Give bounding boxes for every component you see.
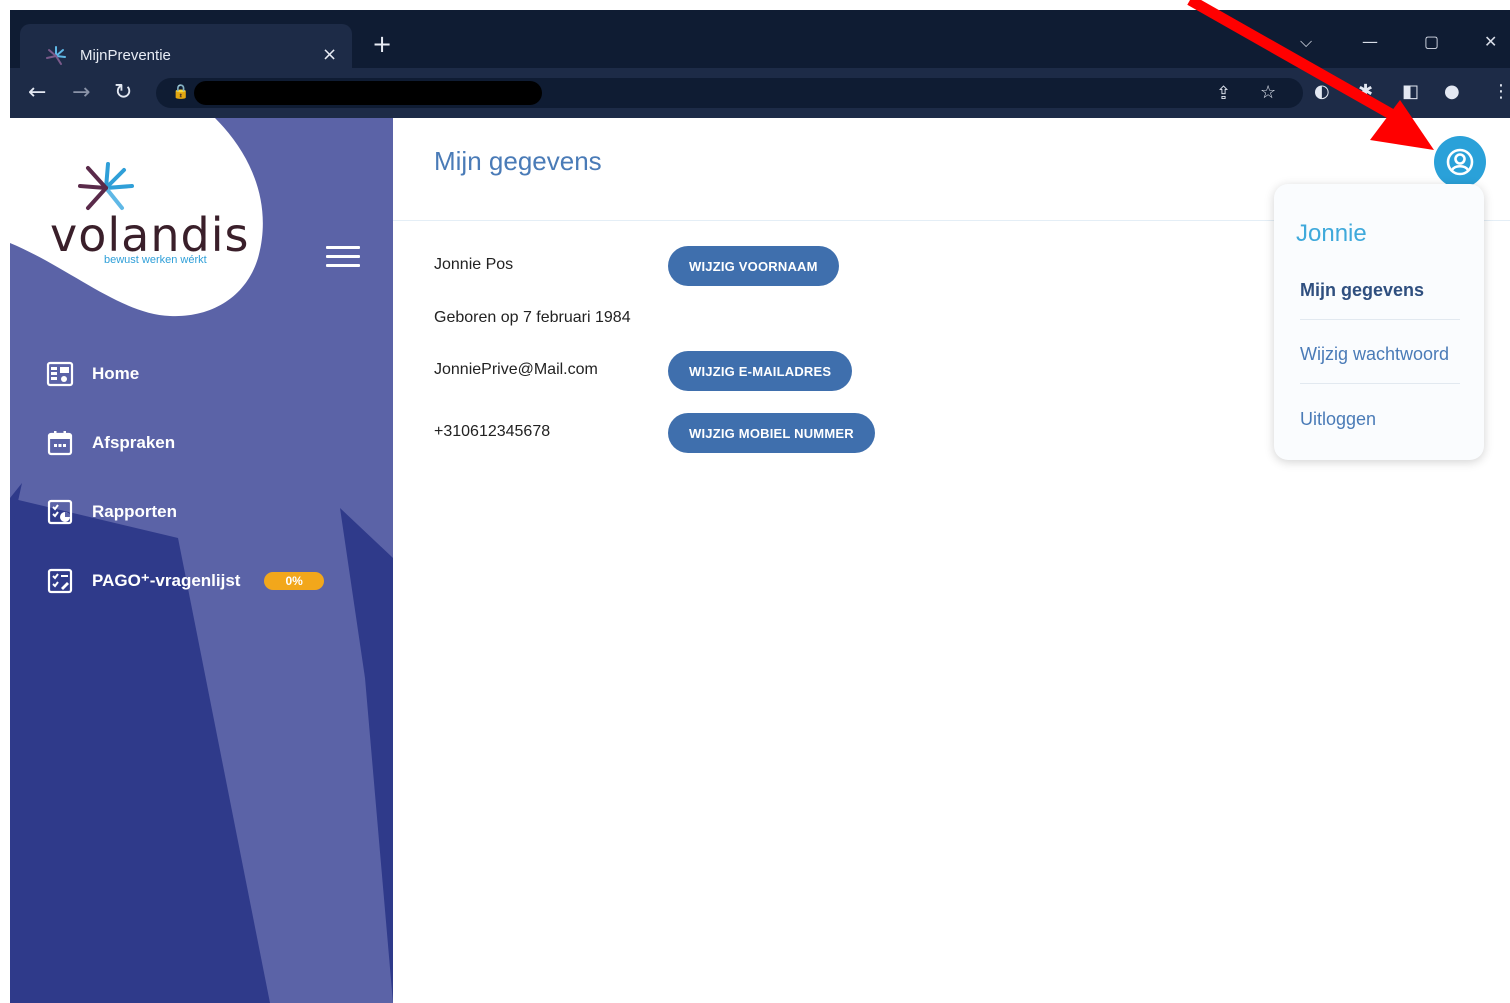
sidebar-item-label: Rapporten (92, 502, 177, 521)
menu-item-uitloggen[interactable]: Uitloggen (1300, 409, 1376, 430)
questionnaire-icon (47, 568, 73, 594)
full-name-value: Jonnie Pos (434, 256, 514, 273)
sidebar-item-rapporten[interactable]: Rapporten (46, 495, 177, 529)
birth-date-value: Geboren op 7 februari 1984 (434, 309, 631, 326)
edit-mobile-button[interactable]: WIJZIG MOBIEL NUMMER (668, 413, 875, 453)
minimize-icon[interactable]: — (1362, 32, 1378, 51)
logo-tagline: bewust werken wérkt (104, 254, 207, 266)
tab-search-icon[interactable]: ⌵ (1300, 32, 1312, 52)
maximize-icon[interactable]: ▢ (1424, 32, 1439, 51)
sidebar-item-afspraken[interactable]: Afspraken (46, 426, 175, 460)
side-panel-icon[interactable]: ◧ (1402, 81, 1419, 102)
tab-close-icon[interactable]: × (322, 44, 337, 65)
email-value: JonniePrive@Mail.com (434, 361, 598, 378)
user-circle-icon (1446, 148, 1474, 176)
volandis-favicon-icon (46, 46, 66, 65)
progress-badge: 0% (264, 572, 324, 590)
sidebar-item-label: Home (92, 364, 140, 383)
redacted-url (194, 81, 542, 105)
tab-title: MijnPreventie (80, 47, 171, 64)
browser-menu-icon[interactable]: ⋮ (1492, 81, 1510, 102)
page-title: Mijn gegevens (434, 146, 602, 176)
edit-email-button[interactable]: WIJZIG E-MAILADRES (668, 351, 853, 391)
profile-icon[interactable]: ● (1444, 81, 1460, 102)
sidebar-item-label: Afspraken (92, 433, 176, 452)
forward-icon[interactable]: → (72, 80, 90, 105)
report-icon (47, 499, 73, 525)
new-tab-icon[interactable]: + (372, 30, 392, 58)
bookmark-star-icon[interactable]: ☆ (1260, 82, 1276, 103)
reload-icon[interactable]: ↻ (114, 80, 132, 105)
lock-icon: 🔒 (172, 84, 190, 100)
phone-value: +310612345678 (434, 423, 551, 440)
menu-divider (1300, 319, 1460, 320)
calendar-icon (47, 431, 73, 456)
home-icon (46, 361, 74, 387)
address-bar[interactable]: 🔒 ⇪ ☆ (156, 78, 1303, 108)
share-icon[interactable]: ⇪ (1216, 83, 1231, 104)
extensions-puzzle-icon[interactable]: ✱ (1358, 81, 1373, 102)
user-avatar-button[interactable] (1434, 136, 1486, 188)
sidebar: volandis bewust werken wérkt Home Afspra… (10, 118, 393, 1003)
sidebar-item-label: PAGO⁺-vragenlijst (92, 571, 241, 590)
menu-divider (1300, 383, 1460, 384)
sidebar-item-pago-vragenlijst[interactable]: PAGO⁺-vragenlijst 0% (46, 564, 324, 598)
back-icon[interactable]: ← (28, 80, 46, 105)
user-dropdown-menu: Jonnie Mijn gegevens Wijzig wachtwoord U… (1274, 184, 1484, 460)
menu-username: Jonnie (1296, 220, 1367, 247)
browser-titlebar: MijnPreventie × + ⌵ — ▢ ✕ (10, 10, 1510, 78)
volandis-logo-star-icon (78, 162, 134, 210)
edit-firstname-button[interactable]: WIJZIG VOORNAAM (668, 246, 839, 286)
hamburger-menu-icon[interactable] (326, 246, 360, 268)
window-close-icon[interactable]: ✕ (1484, 32, 1497, 51)
menu-item-wijzig-wachtwoord[interactable]: Wijzig wachtwoord (1300, 344, 1449, 365)
extension-badge-icon[interactable]: ◐ (1314, 81, 1330, 102)
browser-toolbar: ← → ↻ 🔒 ⇪ ☆ ◐ ✱ ◧ ● ⋮ (10, 68, 1510, 118)
menu-item-mijn-gegevens[interactable]: Mijn gegevens (1300, 280, 1424, 301)
sidebar-item-home[interactable]: Home (46, 357, 139, 391)
